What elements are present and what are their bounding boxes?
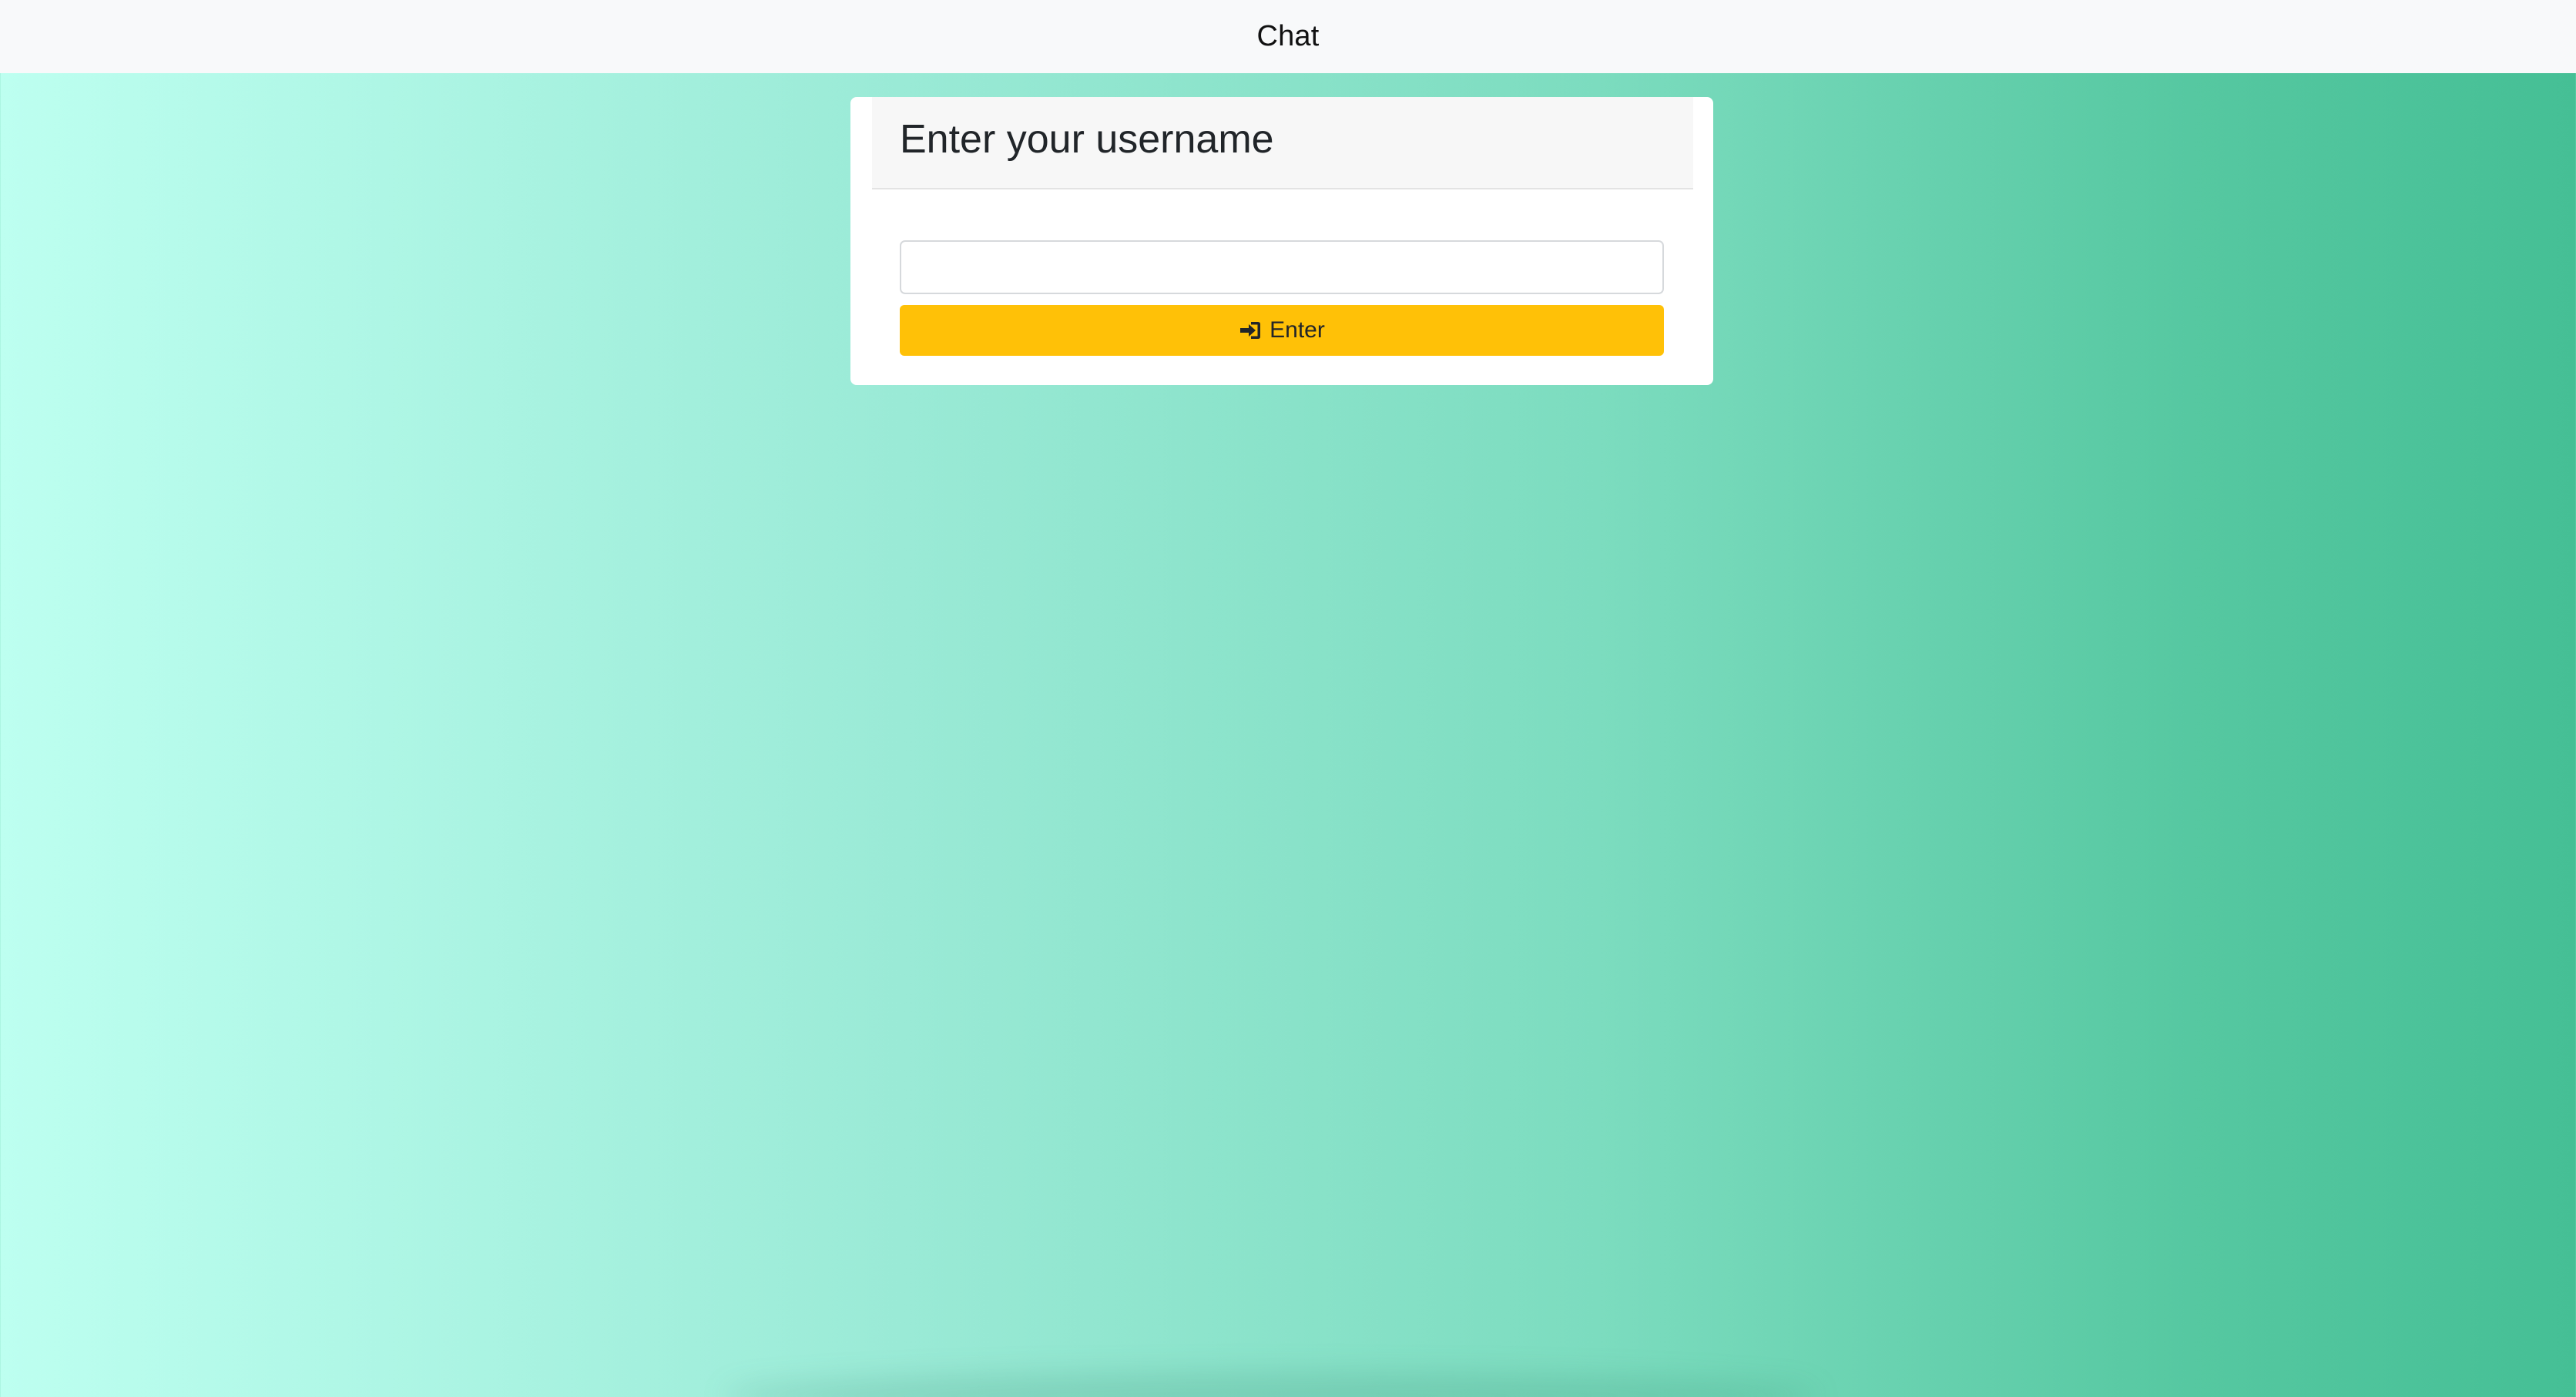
enter-button[interactable]: Enter [900,305,1664,356]
username-input[interactable] [900,240,1664,294]
bottom-shadow [724,1372,1818,1397]
card-header: Enter your username [872,97,1693,189]
enter-button-label: Enter [1270,317,1325,343]
navbar-brand[interactable]: Chat [1256,20,1319,53]
top-navbar: Chat [0,0,2576,73]
card-title: Enter your username [900,117,1274,162]
sign-in-icon [1239,319,1262,342]
login-card: Enter your username Enter [850,97,1713,385]
